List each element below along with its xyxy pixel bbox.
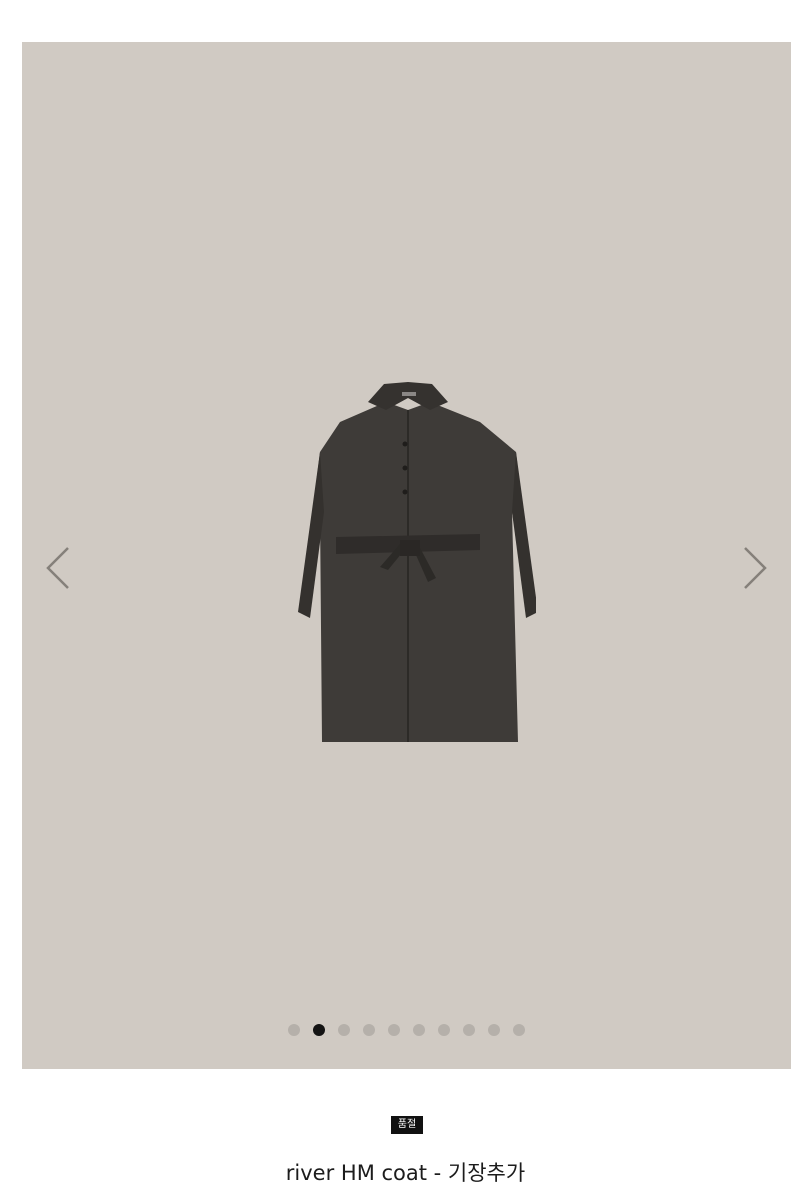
chevron-right-icon xyxy=(744,547,767,589)
product-title[interactable]: river HM coat - 기장추가 xyxy=(0,1157,811,1187)
carousel-pagination xyxy=(22,1024,791,1036)
product-image-carousel[interactable] xyxy=(22,42,791,1069)
chevron-left-icon xyxy=(46,547,69,589)
pagination-dot[interactable] xyxy=(438,1024,450,1036)
sold-out-badge: 품절 xyxy=(391,1116,423,1134)
coat-image xyxy=(298,382,536,742)
pagination-dot[interactable] xyxy=(363,1024,375,1036)
pagination-dot[interactable] xyxy=(288,1024,300,1036)
pagination-dot[interactable] xyxy=(488,1024,500,1036)
pagination-dot[interactable] xyxy=(513,1024,525,1036)
next-image-button[interactable] xyxy=(735,540,775,596)
pagination-dot-active[interactable] xyxy=(313,1024,325,1036)
pagination-dot[interactable] xyxy=(413,1024,425,1036)
pagination-dot[interactable] xyxy=(463,1024,475,1036)
previous-image-button[interactable] xyxy=(38,540,78,596)
pagination-dot[interactable] xyxy=(338,1024,350,1036)
product-info: 품절 river HM coat - 기장추가 xyxy=(0,1069,811,1200)
pagination-dot[interactable] xyxy=(388,1024,400,1036)
